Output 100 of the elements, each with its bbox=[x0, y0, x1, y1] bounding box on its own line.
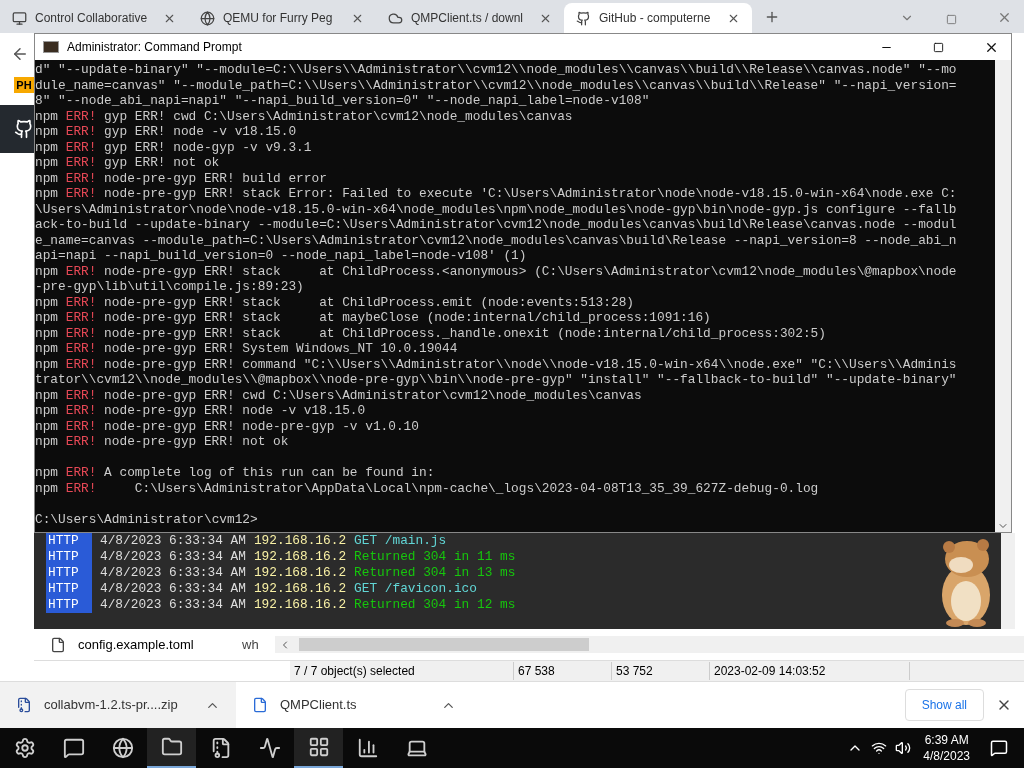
console-line: node-pre-gyp ERR! stack at ChildProcess._handle.onexit (node:internal/child_process:302:5) bbox=[104, 325, 826, 341]
console-prefix: npm bbox=[35, 155, 59, 171]
status-text: 7 / 7 object(s) selected bbox=[290, 662, 514, 680]
console-prefix: npm bbox=[35, 310, 59, 326]
console-line: node-pre-gyp ERR! stack Error: Failed to execute 'C:\Users\Administrator\node\node-v18.15.0-win-x64\node.exe C: bbox=[104, 186, 957, 202]
error-label: ERR! bbox=[65, 124, 97, 140]
status-text: 67 538 bbox=[514, 662, 612, 680]
log-date: 4/8/2023 6:33:34 AM bbox=[100, 533, 246, 549]
error-label: ERR! bbox=[65, 341, 97, 357]
console-line: node-pre-gyp ERR! not ok bbox=[104, 434, 289, 450]
console-prefix: npm bbox=[35, 186, 59, 202]
console-prefix: npm bbox=[35, 480, 59, 496]
console-prefix: npm bbox=[35, 294, 59, 310]
console-line: e_name=canvas --module_path=C:\Users\Administrator\cvm12\node_modules\canvas\build\Release --napi_version=8 --node_abi_n bbox=[35, 232, 957, 248]
log-message: Returned 304 in 12 ms bbox=[354, 597, 516, 613]
log-date: 4/8/2023 6:33:34 AM bbox=[100, 597, 246, 613]
tab-title: GitHub - computerne bbox=[599, 10, 712, 27]
error-label: ERR! bbox=[65, 434, 97, 450]
console-line: dule_name=canvas" "--module_path=C:\\Users\\Administrator\\cvm12\\node_modules\\canvas\\build\\Release" "--napi_version= bbox=[35, 77, 957, 93]
console-line: C:\Users\Administrator\cvm12> bbox=[35, 511, 258, 527]
console-prefix: npm bbox=[35, 325, 59, 341]
console-prefix: npm bbox=[35, 139, 59, 155]
console-line: gyp ERR! not ok bbox=[104, 155, 220, 171]
error-label: ERR! bbox=[65, 465, 97, 481]
error-label: ERR! bbox=[65, 310, 97, 326]
error-label: ERR! bbox=[65, 139, 97, 155]
console-prefix: npm bbox=[35, 170, 59, 186]
log-date: 4/8/2023 6:33:34 AM bbox=[100, 581, 246, 597]
browser-tab[interactable]: QMPClient.ts / downl bbox=[376, 3, 564, 33]
error-label: ERR! bbox=[65, 387, 97, 403]
clock-time[interactable]: 6:39 AM bbox=[924, 732, 969, 748]
error-label: ERR! bbox=[65, 418, 97, 434]
console-line: node-pre-gyp ERR! cwd C:\Users\Administrator\cvm12\node_modules\canvas bbox=[104, 387, 642, 403]
console-line: trator\\cvm12\\node_modules\\@mapbox\\node-pre-gyp\\bin\\node-pre-gyp" "install" "--fallback-to-build" "--update-binary" bbox=[35, 372, 957, 387]
browser-tab[interactable]: GitHub - computerne bbox=[564, 3, 752, 33]
log-ip: 192.168.16.2 bbox=[253, 581, 347, 597]
error-label: ERR! bbox=[65, 403, 97, 419]
console-prefix: npm bbox=[35, 108, 59, 124]
console-line: 8" "--node_abi_napi=napi" "--napi_build_version=0" "--node_napi_label=node-v108" bbox=[35, 93, 650, 108]
console-line: gyp ERR! cwd C:\Users\Administrator\cvm12\node_modules\canvas bbox=[104, 108, 573, 124]
show-all-button[interactable]: Show all bbox=[904, 689, 984, 721]
console-line: node-pre-gyp ERR! node -v v18.15.0 bbox=[104, 403, 366, 419]
console-prefix: npm bbox=[35, 356, 59, 372]
console-prefix: npm bbox=[35, 465, 59, 481]
clock-date[interactable]: 4/8/2023 bbox=[923, 748, 970, 764]
console-line: node-pre-gyp ERR! build error bbox=[104, 170, 327, 186]
console-prefix: npm bbox=[35, 434, 59, 450]
tab-title: QEMU for Furry Peg bbox=[223, 10, 334, 27]
error-label: ERR! bbox=[65, 108, 97, 124]
console-line: node-pre-gyp ERR! stack at ChildProcess.<anonymous> (C:\Users\Administrator\cvm12\node_modules\@mapbox\node bbox=[104, 263, 957, 279]
table-cell-text: wh bbox=[242, 635, 259, 654]
log-ip: 192.168.16.2 bbox=[253, 565, 347, 581]
log-ip: 192.168.16.2 bbox=[253, 597, 347, 613]
log-tag: HTTP bbox=[46, 597, 92, 613]
log-tag: HTTP bbox=[46, 565, 92, 581]
log-tag: HTTP bbox=[46, 549, 92, 565]
error-label: ERR! bbox=[65, 263, 97, 279]
error-label: ERR! bbox=[65, 356, 97, 372]
console-line: gyp ERR! node-gyp -v v9.3.1 bbox=[104, 139, 312, 155]
console-line: node-pre-gyp ERR! System Windows_NT 10.0.19044 bbox=[104, 341, 458, 357]
error-label: ERR! bbox=[65, 186, 97, 202]
console-line: node-pre-gyp ERR! stack at maybeClose (node:internal/child_process:1091:16) bbox=[104, 310, 711, 326]
file-name[interactable]: config.example.toml bbox=[78, 634, 242, 655]
download-item[interactable]: QMPClient.ts bbox=[236, 682, 472, 728]
error-label: ERR! bbox=[65, 170, 97, 186]
log-tag: HTTP bbox=[46, 581, 92, 597]
console-line: C:\Users\Administrator\AppData\Local\npm-cache\_logs\2023-04-08T13_35_39_627Z-debug-0.log bbox=[133, 480, 819, 496]
tab-title: QMPClient.ts / downl bbox=[411, 10, 525, 27]
console-line: node-pre-gyp ERR! node-pre-gyp -v v1.0.10 bbox=[104, 418, 419, 434]
browser-tab[interactable]: Control Collaborative bbox=[0, 3, 188, 33]
log-tag: HTTP bbox=[46, 533, 92, 549]
console-prefix: npm bbox=[35, 387, 59, 403]
console-line: node-pre-gyp ERR! stack at ChildProcess.emit (node:events:513:28) bbox=[104, 294, 634, 310]
browser-tab[interactable]: QEMU for Furry Peg bbox=[188, 3, 376, 33]
window-title: Administrator: Command Prompt bbox=[67, 39, 243, 56]
log-ip: 192.168.16.2 bbox=[253, 549, 347, 565]
console-prefix: npm bbox=[35, 124, 59, 140]
error-label: ERR! bbox=[65, 480, 97, 496]
log-ip: 192.168.16.2 bbox=[253, 533, 347, 549]
error-label: ERR! bbox=[65, 325, 97, 341]
log-date: 4/8/2023 6:33:34 AM bbox=[100, 565, 246, 581]
error-label: ERR! bbox=[65, 155, 97, 171]
log-message: GET /favicon.ico bbox=[354, 581, 477, 597]
download-name: QMPClient.ts bbox=[280, 696, 358, 715]
console-prefix: npm bbox=[35, 403, 59, 419]
console-line: A complete log of this run can be found in: bbox=[104, 465, 435, 481]
console-line: api=napi --napi_build_version=0 --node_napi_label=node-v108' (1) bbox=[35, 248, 527, 263]
status-text: 2023-02-09 14:03:52 bbox=[710, 662, 910, 680]
status-text: 53 752 bbox=[612, 662, 710, 680]
tab-title: Control Collaborative bbox=[35, 10, 149, 27]
bookmark-badge[interactable]: PH bbox=[14, 77, 34, 93]
console-line: -pre-gyp\lib\util\compile.js:89:23) bbox=[35, 279, 304, 294]
log-message: Returned 304 in 13 ms bbox=[354, 565, 516, 581]
console-line: ack-to-build --update-binary --module=C:\Users\Administrator\cvm12\node_modules\canvas\build\Release\canvas.node --modul bbox=[35, 217, 957, 232]
log-date: 4/8/2023 6:33:34 AM bbox=[100, 549, 246, 565]
download-item[interactable]: collabvm-1.2.ts-pr....zip bbox=[0, 682, 236, 728]
console-line: gyp ERR! node -v v18.15.0 bbox=[104, 124, 297, 140]
console-prefix: npm bbox=[35, 341, 59, 357]
console-prefix: npm bbox=[35, 418, 59, 434]
error-label: ERR! bbox=[65, 294, 97, 310]
